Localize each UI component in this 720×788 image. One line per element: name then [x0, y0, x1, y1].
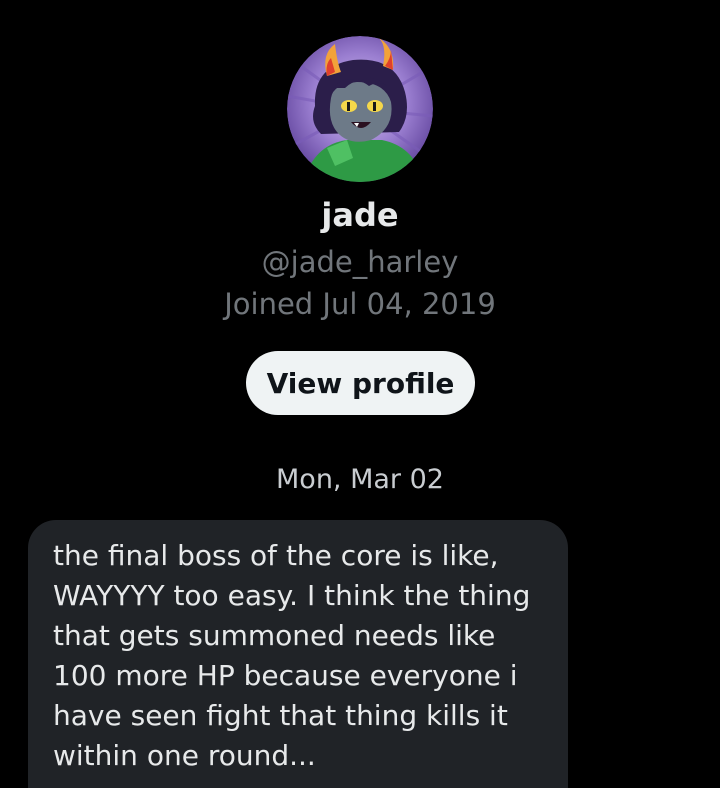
user-handle: @jade_harley	[261, 245, 459, 279]
message-text: the final boss of the core is like, WAYY…	[53, 539, 531, 772]
avatar-icon	[287, 36, 433, 182]
display-name: jade	[321, 196, 399, 234]
date-separator: Mon, Mar 02	[276, 464, 444, 495]
view-profile-button[interactable]: View profile	[246, 351, 475, 415]
avatar[interactable]	[287, 36, 433, 182]
message-bubble[interactable]: the final boss of the core is like, WAYY…	[28, 520, 568, 788]
joined-date: Joined Jul 04, 2019	[224, 287, 496, 321]
